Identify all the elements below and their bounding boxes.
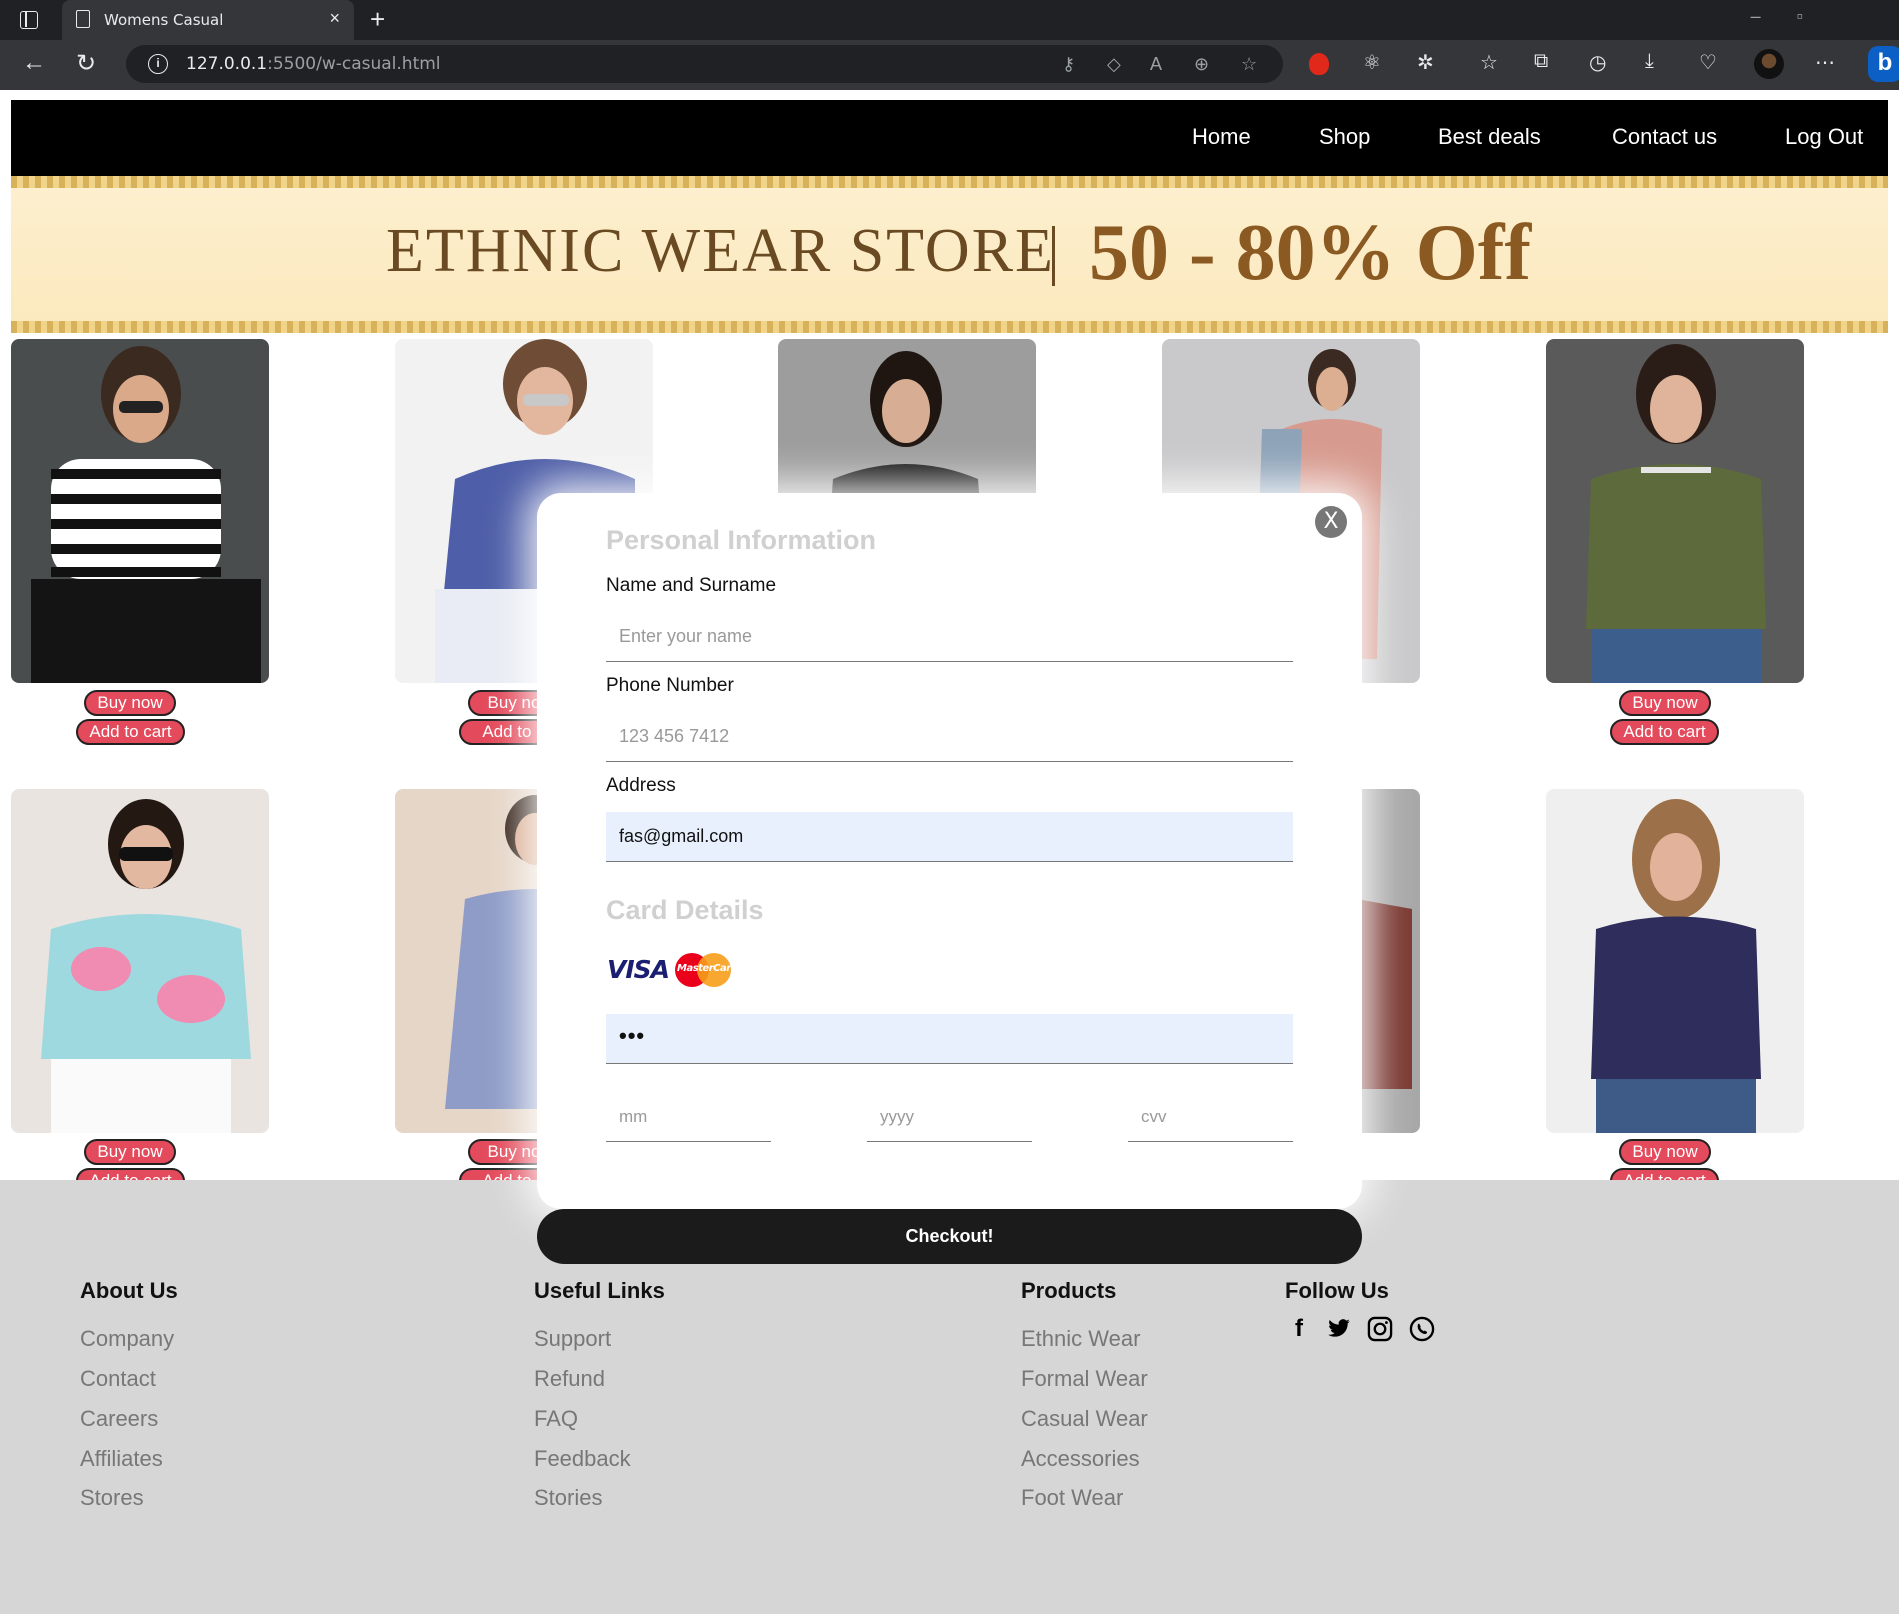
- name-label: Name and Surname: [606, 575, 777, 596]
- react-icon[interactable]: ⚛: [1363, 50, 1381, 75]
- checkout-button[interactable]: Checkout!: [537, 1209, 1362, 1264]
- nav-contact-us[interactable]: Contact us: [1612, 124, 1717, 150]
- whatsapp-icon[interactable]: [1408, 1315, 1436, 1343]
- browser-essentials-icon[interactable]: ♡: [1699, 50, 1717, 75]
- page-icon: [76, 10, 90, 28]
- add-to-cart-button[interactable]: Add to cart: [76, 719, 185, 745]
- modal-close-button[interactable]: X: [1315, 506, 1347, 538]
- footer-link[interactable]: Support: [534, 1326, 611, 1352]
- collections-icon[interactable]: ⧉: [1534, 50, 1548, 73]
- buy-now-button[interactable]: Buy now: [84, 690, 176, 716]
- tab-actions-icon[interactable]: [20, 11, 38, 29]
- more-icon[interactable]: ⋯: [1815, 50, 1835, 75]
- sale-banner: ETHNIC WEAR STORE 50 - 80% Off: [11, 176, 1888, 333]
- footer-link[interactable]: Company: [80, 1326, 174, 1352]
- tag-icon[interactable]: ◇: [1107, 54, 1121, 75]
- product-image[interactable]: [1546, 339, 1804, 683]
- footer-link[interactable]: Contact: [80, 1366, 156, 1392]
- address-label: Address: [606, 775, 676, 796]
- visa-logo: VISA: [607, 955, 670, 984]
- favorites-icon[interactable]: ☆: [1480, 50, 1498, 75]
- tab-close-icon[interactable]: ×: [329, 8, 340, 29]
- extensions-icon[interactable]: ✲: [1417, 50, 1434, 75]
- url-field[interactable]: i 127.0.0.1:5500/w-casual.html ⚷ ◇ A ⊕ ☆: [126, 45, 1283, 83]
- mastercard-logo: MasterCard: [675, 953, 738, 987]
- product-image[interactable]: [1546, 789, 1804, 1133]
- cvv-field[interactable]: cvv: [1128, 1092, 1293, 1142]
- banner-store-name: ETHNIC WEAR STORE: [386, 217, 1055, 285]
- new-tab-icon[interactable]: +: [370, 4, 385, 35]
- browser-tab[interactable]: Womens Casual ×: [62, 0, 354, 40]
- back-icon[interactable]: ←: [22, 49, 46, 77]
- card-number-field[interactable]: •••: [606, 1014, 1293, 1064]
- address-field[interactable]: fas@gmail.com: [606, 812, 1293, 862]
- footer-about-title: About Us: [80, 1278, 178, 1303]
- buy-now-button[interactable]: Buy now: [1619, 1139, 1711, 1165]
- nav-best-deals[interactable]: Best deals: [1438, 124, 1541, 150]
- extension-red-icon[interactable]: [1309, 53, 1329, 75]
- nav-home[interactable]: Home: [1192, 124, 1251, 150]
- tab-title: Womens Casual: [104, 11, 224, 29]
- top-nav: Home Shop Best deals Contact us Log Out: [11, 100, 1888, 176]
- twitter-icon[interactable]: [1325, 1315, 1353, 1343]
- window-controls[interactable]: –▫: [1751, 6, 1839, 27]
- reload-icon[interactable]: ↻: [76, 49, 96, 78]
- footer-products-title: Products: [1021, 1278, 1117, 1303]
- footer-link[interactable]: Formal Wear: [1021, 1366, 1148, 1392]
- add-to-cart-button[interactable]: Add to cart: [1610, 719, 1719, 745]
- history-icon[interactable]: ◷: [1589, 50, 1606, 75]
- address-bar: ← ↻ i 127.0.0.1:5500/w-casual.html ⚷ ◇ A…: [0, 40, 1899, 90]
- key-icon[interactable]: ⚷: [1062, 54, 1075, 75]
- downloads-icon[interactable]: ⤓: [1645, 50, 1654, 73]
- add-favorite-icon[interactable]: ☆: [1241, 54, 1257, 75]
- zoom-icon[interactable]: ⊕: [1194, 54, 1209, 75]
- name-field[interactable]: Enter your name: [606, 612, 1293, 662]
- footer-link[interactable]: Foot Wear: [1021, 1485, 1123, 1511]
- footer-link[interactable]: Careers: [80, 1406, 158, 1432]
- url-host: 127.0.0.1: [186, 54, 268, 74]
- nav-shop[interactable]: Shop: [1319, 124, 1370, 150]
- footer-link[interactable]: Refund: [534, 1366, 605, 1392]
- facebook-icon[interactable]: f: [1285, 1315, 1313, 1343]
- footer-link[interactable]: FAQ: [534, 1406, 578, 1432]
- expiry-month-field[interactable]: mm: [606, 1092, 771, 1142]
- browser-tab-bar: Womens Casual × + –▫: [0, 0, 1899, 40]
- footer-link[interactable]: Stores: [80, 1485, 144, 1511]
- footer-link[interactable]: Stories: [534, 1485, 602, 1511]
- instagram-icon[interactable]: [1366, 1315, 1394, 1343]
- footer-useful-title: Useful Links: [534, 1278, 665, 1303]
- footer-link[interactable]: Ethnic Wear: [1021, 1326, 1140, 1352]
- footer-link[interactable]: Accessories: [1021, 1446, 1140, 1472]
- product-image[interactable]: [11, 789, 269, 1133]
- footer-follow-title: Follow Us: [1285, 1278, 1389, 1303]
- product-image[interactable]: [11, 339, 269, 683]
- profile-avatar[interactable]: [1754, 49, 1784, 79]
- copilot-icon[interactable]: b: [1868, 46, 1899, 82]
- footer-link[interactable]: Casual Wear: [1021, 1406, 1148, 1432]
- site-info-icon[interactable]: i: [148, 54, 168, 74]
- buy-now-button[interactable]: Buy now: [1619, 690, 1711, 716]
- buy-now-button[interactable]: Buy now: [84, 1139, 176, 1165]
- phone-field[interactable]: 123 456 7412: [606, 712, 1293, 762]
- nav-log-out[interactable]: Log Out: [1785, 124, 1863, 150]
- personal-info-title: Personal Information: [606, 525, 877, 555]
- banner-discount: 50 - 80% Off: [1089, 209, 1532, 297]
- phone-label: Phone Number: [606, 675, 734, 696]
- card-details-title: Card Details: [606, 895, 764, 925]
- footer-link[interactable]: Affiliates: [80, 1446, 163, 1472]
- url-path: :5500/w-casual.html: [267, 54, 441, 74]
- expiry-year-field[interactable]: yyyy: [867, 1092, 1032, 1142]
- read-aloud-icon[interactable]: A: [1150, 54, 1162, 75]
- footer-link[interactable]: Feedback: [534, 1446, 631, 1472]
